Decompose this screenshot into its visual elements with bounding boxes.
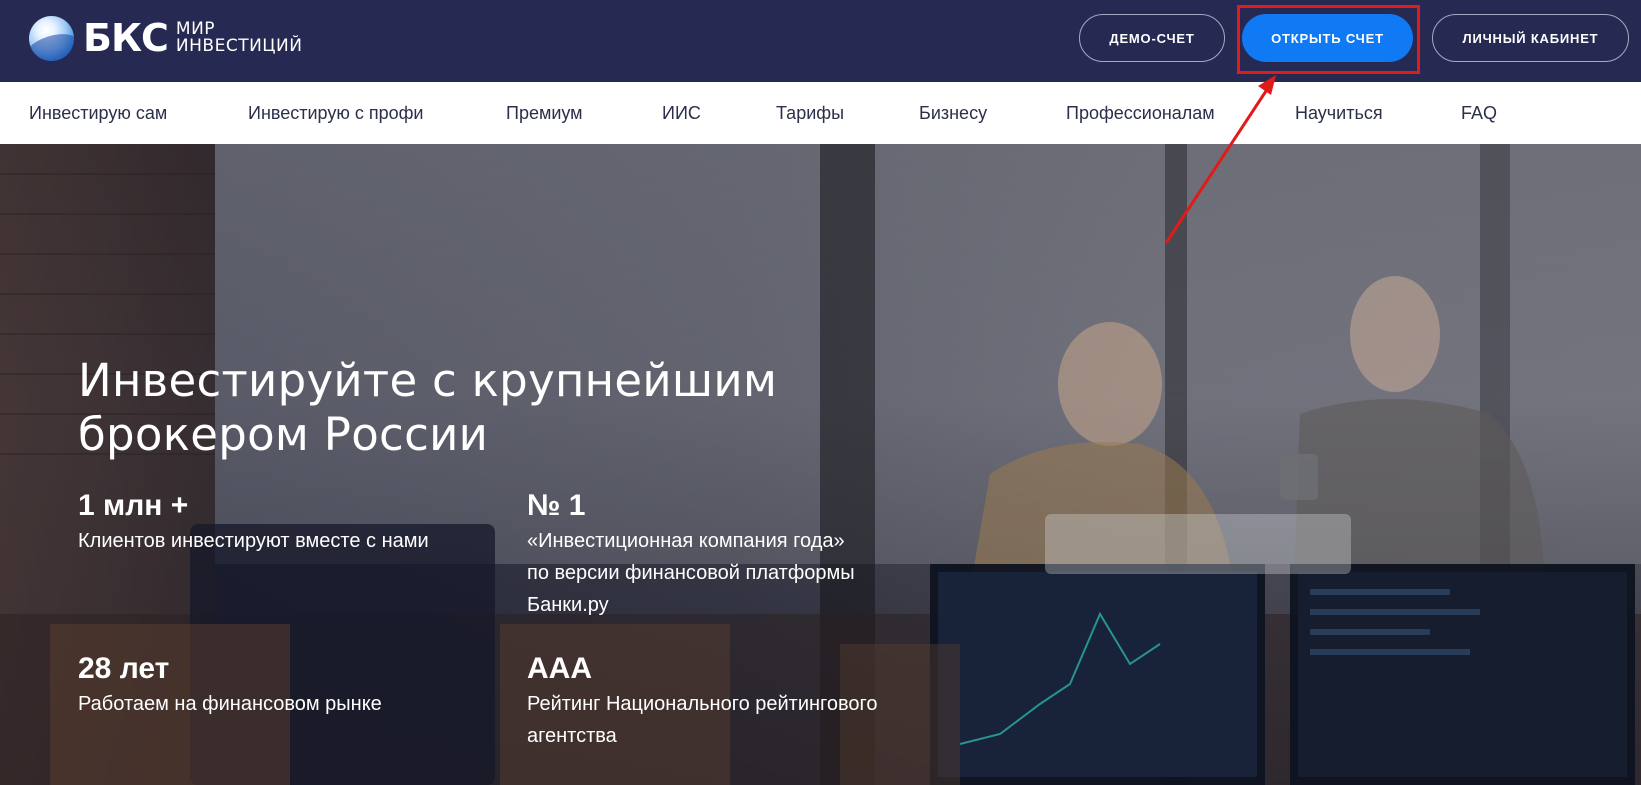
nav-item-invest-with-pro[interactable]: Инвестирую с профи (248, 82, 424, 144)
nav-item-tariffs[interactable]: Тарифы (776, 82, 844, 144)
nav-item-invest-self[interactable]: Инвестирую сам (29, 82, 167, 144)
logo-subtitle-line2: ИНВЕСТИЦИЙ (175, 36, 303, 56)
open-account-button[interactable]: ОТКРЫТЬ СЧЕТ (1242, 14, 1413, 62)
stat-value: № 1 (527, 489, 586, 522)
top-header: БКС МИР ИНВЕСТИЦИЙ ДЕМО-СЧЕТ ОТКРЫТЬ СЧЕ… (0, 0, 1641, 82)
nav-item-iis[interactable]: ИИС (662, 82, 701, 144)
logo-subtitle: МИР ИНВЕСТИЦИЙ (176, 21, 303, 55)
stat-description: «Инвестиционная компания года» по версии… (527, 525, 947, 621)
stat-rating: ААА Рейтинг Национального рейтингового а… (527, 652, 947, 752)
stat-description: Рейтинг Национального рейтингового агент… (527, 688, 947, 752)
stat-award: № 1 «Инвестиционная компания года» по ве… (527, 489, 947, 621)
stat-description-line: Рейтинг Национального рейтингового (527, 693, 878, 715)
stat-value: 1 млн + (78, 489, 189, 522)
nav-item-faq[interactable]: FAQ (1461, 82, 1497, 144)
nav-item-learn[interactable]: Научиться (1295, 82, 1383, 144)
stat-description-line: Банки.ру (527, 594, 609, 616)
logo-brand: БКС (83, 16, 169, 60)
hero-banner: Инвестируйте с крупнейшим брокером Росси… (0, 144, 1641, 785)
stat-description-line: «Инвестиционная компания года» (527, 530, 845, 552)
hero-title-line2: брокером России (78, 408, 489, 461)
bks-logo[interactable]: БКС МИР ИНВЕСТИЦИЙ (29, 14, 302, 62)
hero-title-line1: Инвестируйте с крупнейшим (78, 354, 778, 407)
nav-item-premium[interactable]: Премиум (506, 82, 583, 144)
nav-item-business[interactable]: Бизнесу (919, 82, 987, 144)
stat-description-line: агентства (527, 725, 617, 747)
stat-years: 28 лет Работаем на финансовом рынке (78, 652, 382, 720)
stat-description-line: Работаем на финансовом рынке (78, 693, 382, 715)
stat-value: 28 лет (78, 652, 170, 685)
demo-account-button[interactable]: ДЕМО-СЧЕТ (1079, 14, 1225, 62)
stat-description-line: по версии финансовой платформы (527, 562, 855, 584)
personal-cabinet-button[interactable]: ЛИЧНЫЙ КАБИНЕТ (1432, 14, 1629, 62)
stat-description: Клиентов инвестируют вместе с нами (78, 525, 429, 557)
nav-item-professionals[interactable]: Профессионалам (1066, 82, 1215, 144)
stat-description: Работаем на финансовом рынке (78, 688, 382, 720)
stat-description-line: Клиентов инвестируют вместе с нами (78, 530, 429, 552)
stat-value: ААА (527, 652, 592, 685)
logo-sphere-icon (29, 15, 74, 61)
main-nav: Инвестирую сам Инвестирую с профи Премиу… (0, 82, 1641, 144)
hero-title: Инвестируйте с крупнейшим брокером Росси… (78, 354, 798, 462)
stat-clients: 1 млн + Клиентов инвестируют вместе с на… (78, 489, 429, 557)
